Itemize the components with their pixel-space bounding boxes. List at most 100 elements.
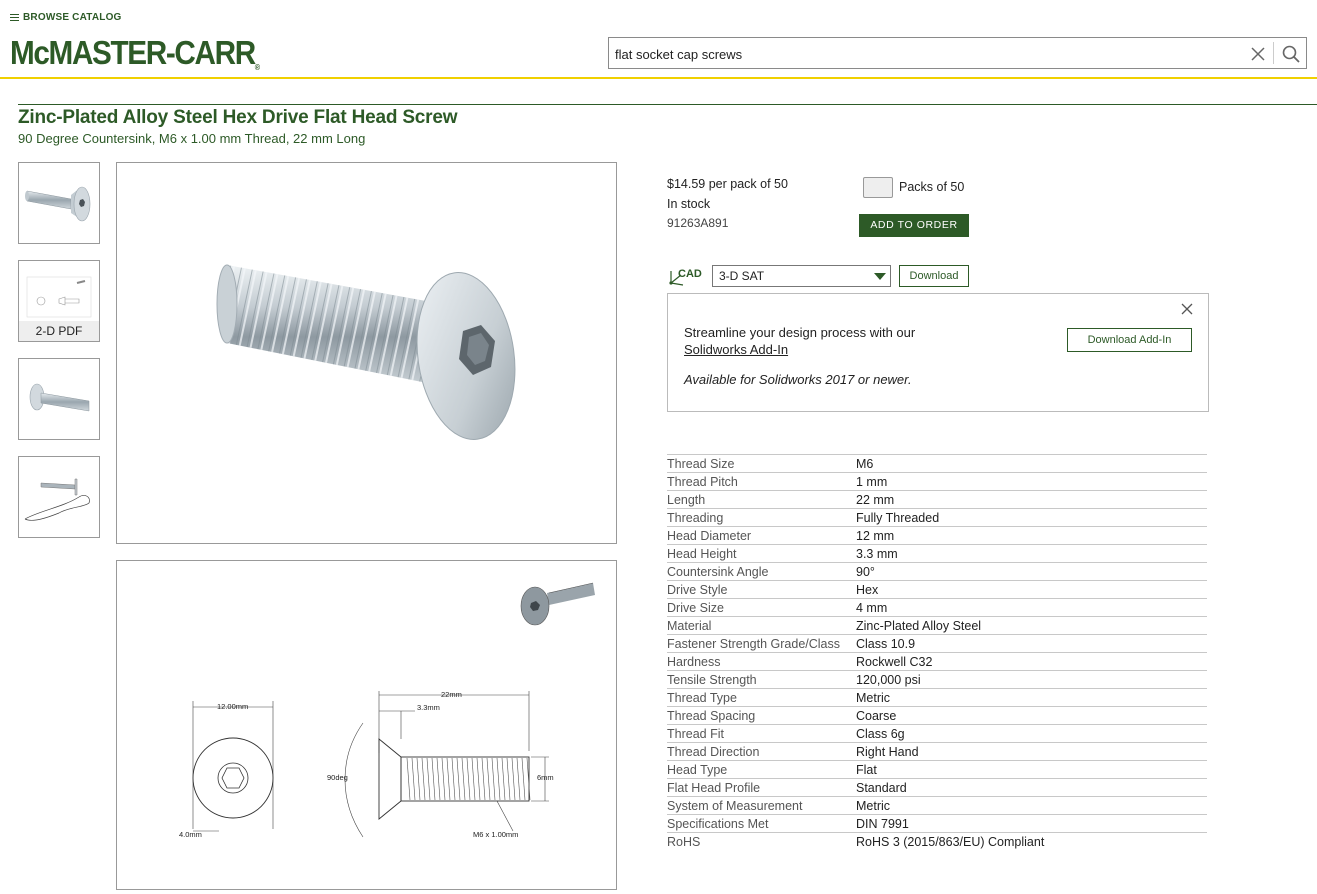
spec-value: 4 mm [856,601,888,615]
close-icon[interactable] [1249,45,1267,63]
spec-row: Head Height 3.3 mm [667,544,1207,562]
spec-value: 1 mm [856,475,888,489]
spec-value: Zinc-Plated Alloy Steel [856,619,982,633]
thumbnail-4[interactable] [18,456,100,538]
screw-installed-icon [24,478,90,521]
thread-line [516,757,521,801]
spec-row: Fastener Strength Grade/Class Class 10.9 [667,634,1207,652]
thread-line [451,757,456,801]
spec-label: Flat Head Profile [667,781,761,795]
spec-label: Countersink Angle [667,565,769,579]
spec-row: Head Type Flat [667,760,1207,778]
spec-value: Flat [856,763,877,777]
screw-angle-photo-icon [29,383,90,412]
spec-label: Drive Size [667,601,724,615]
thumbnail-1[interactable] [18,162,100,244]
spec-label: Threading [667,511,724,525]
spec-label: Material [667,619,712,633]
thread-lines [406,757,531,801]
spec-value: M6 [856,457,874,471]
spec-value: Metric [856,799,891,813]
quantity-input[interactable] [863,177,893,198]
spec-label: Head Type [667,763,728,777]
screw-photo-icon [25,186,91,222]
thread-line [436,757,441,801]
spec-row: Drive Size 4 mm [667,598,1207,616]
header-divider [0,77,1317,79]
spec-label: System of Measurement [667,799,803,813]
pdf-drawing-icon [26,276,92,318]
stock-status: In stock [667,197,711,211]
product-title: Zinc-Plated Alloy Steel Hex Drive Flat H… [18,107,458,128]
close-icon[interactable] [1180,302,1194,316]
packs-label: Packs of 50 [899,180,965,194]
spec-label: Thread Type [667,691,737,705]
spec-label: RoHS [667,835,701,849]
download-addin-button[interactable]: Download Add-In [1067,328,1192,352]
spec-label: Thread Size [667,457,735,471]
spec-value: Coarse [856,709,897,723]
spec-table: Thread Size M6 Thread Pitch 1 mm Length 22 mm… [667,454,1207,850]
dim-drive: 4.0mm [179,830,202,839]
cad-format-select[interactable]: 3-D SAT [712,265,891,287]
spec-label: Thread Direction [667,745,760,759]
thread-line [446,757,451,801]
thread-line [416,757,421,801]
dim-head-height: 3.3mm [417,703,440,712]
thread-line [471,757,476,801]
spec-value: DIN 7991 [856,817,909,831]
spec-value: 120,000 psi [856,673,921,687]
thread-line [496,757,501,801]
spec-row: Flat Head Profile Standard [667,778,1207,796]
search-icon[interactable] [1281,44,1301,64]
thread-line [501,757,506,801]
add-to-order-button[interactable]: ADD TO ORDER [859,214,969,237]
search-input[interactable] [615,44,1235,64]
search-bar [608,37,1307,69]
spec-value: 22 mm [856,493,895,507]
dim-thread: M6 x 1.00mm [473,830,518,839]
spec-row: Thread Pitch 1 mm [667,472,1207,490]
spec-row: Specifications Met DIN 7991 [667,814,1207,832]
spec-label: Head Height [667,547,737,561]
spec-value: Hex [856,583,879,597]
thumbnail-2d-pdf[interactable]: 2-D PDF [18,260,100,342]
dim-length: 22mm [441,690,462,699]
spec-label: Tensile Strength [667,673,757,687]
thread-line [426,757,431,801]
thread-line [526,757,531,801]
spec-label: Fastener Strength Grade/Class [667,637,840,651]
addin-note: Available for Solidworks 2017 or newer. [684,372,912,387]
spec-row: Threading Fully Threaded [667,508,1207,526]
preview-screw-icon [520,582,595,626]
spec-value: 12 mm [856,529,895,543]
thread-line [481,757,486,801]
spec-row: Thread Size M6 [667,454,1207,472]
dim-angle: 90deg [327,773,348,782]
thumbnail-caption: 2-D PDF [19,321,99,341]
logo[interactable]: McMASTER-CARR® [10,34,260,72]
thread-line [476,757,481,801]
spec-row: Thread Spacing Coarse [667,706,1207,724]
dimension-drawing[interactable]: 12.00mm 4.0mm 22mm 3.3mm 6mm 90deg M6 x … [116,560,617,890]
screw-image [216,264,516,440]
product-image[interactable] [116,162,617,544]
price: $14.59 per pack of 50 [667,177,788,191]
solidworks-addin-link[interactable]: Solidworks Add-In [684,341,915,358]
addin-text-block: Streamline your design process with our … [684,324,915,358]
spec-label: Length [667,493,706,507]
browse-catalog-link[interactable]: BROWSE CATALOG [10,12,122,23]
spec-value: Right Hand [856,745,919,759]
cad-icon-label: CAD [678,268,702,280]
spec-row: Head Diameter 12 mm [667,526,1207,544]
spec-label: Hardness [667,655,721,669]
thread-line [421,757,426,801]
thumbnail-3[interactable] [18,358,100,440]
dim-dia: 6mm [537,773,554,782]
spec-row: Countersink Angle 90° [667,562,1207,580]
cad-download-button[interactable]: Download [899,265,969,287]
thread-line [521,757,526,801]
spec-value: Class 10.9 [856,637,916,651]
spec-value: 90° [856,565,875,579]
thread-line [511,757,516,801]
